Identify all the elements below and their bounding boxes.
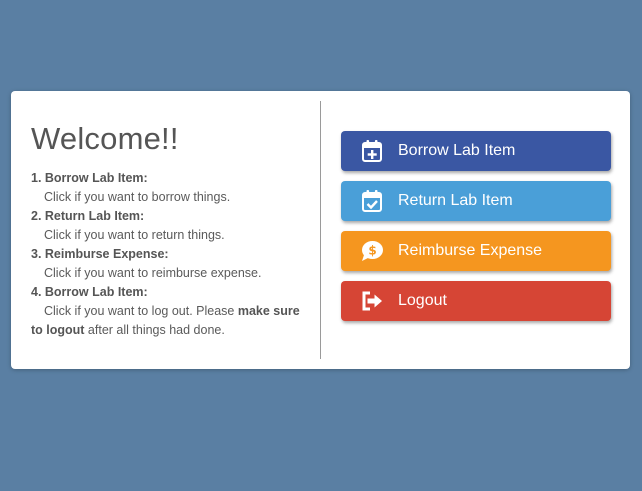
instruction-text: after all things had done.	[84, 323, 225, 337]
reimburse-expense-button[interactable]: $ Reimburse Expense	[341, 231, 611, 271]
instructions-list: 1. Borrow Lab Item: Click if you want to…	[31, 169, 301, 340]
logout-button[interactable]: Logout	[341, 281, 611, 321]
svg-text:$: $	[368, 244, 376, 258]
instruction-text: Click if you want to log out. Please	[44, 304, 238, 318]
instruction-description: Click if you want to borrow things.	[44, 190, 231, 204]
instruction-title: 4. Borrow Lab Item:	[31, 285, 148, 299]
logout-label: Logout	[398, 292, 447, 309]
reimburse-expense-label: Reimburse Expense	[398, 242, 543, 259]
calendar-plus-icon	[360, 139, 384, 163]
action-buttons: Borrow Lab Item Return Lab Item $ Reimbu…	[341, 131, 611, 331]
vertical-divider	[320, 101, 321, 359]
instruction-title: 1. Borrow Lab Item:	[31, 171, 148, 185]
instruction-title: 3. Reimburse Expense:	[31, 247, 169, 261]
sign-out-icon	[360, 289, 384, 313]
page-title: Welcome!!	[31, 121, 179, 156]
instruction-description: Click if you want to reimburse expense.	[44, 266, 262, 280]
borrow-lab-item-label: Borrow Lab Item	[398, 142, 516, 159]
instruction-title: 2. Return Lab Item:	[31, 209, 145, 223]
return-lab-item-label: Return Lab Item	[398, 192, 513, 209]
welcome-card: Welcome!! 1. Borrow Lab Item: Click if y…	[11, 91, 630, 369]
money-bubble-icon: $	[360, 239, 384, 263]
return-lab-item-button[interactable]: Return Lab Item	[341, 181, 611, 221]
instruction-description: Click if you want to log out. Please mak…	[31, 302, 301, 340]
welcome-panel: Welcome!! 1. Borrow Lab Item: Click if y…	[31, 121, 301, 340]
instruction-description: Click if you want to return things.	[44, 228, 225, 242]
borrow-lab-item-button[interactable]: Borrow Lab Item	[341, 131, 611, 171]
calendar-check-icon	[360, 189, 384, 213]
